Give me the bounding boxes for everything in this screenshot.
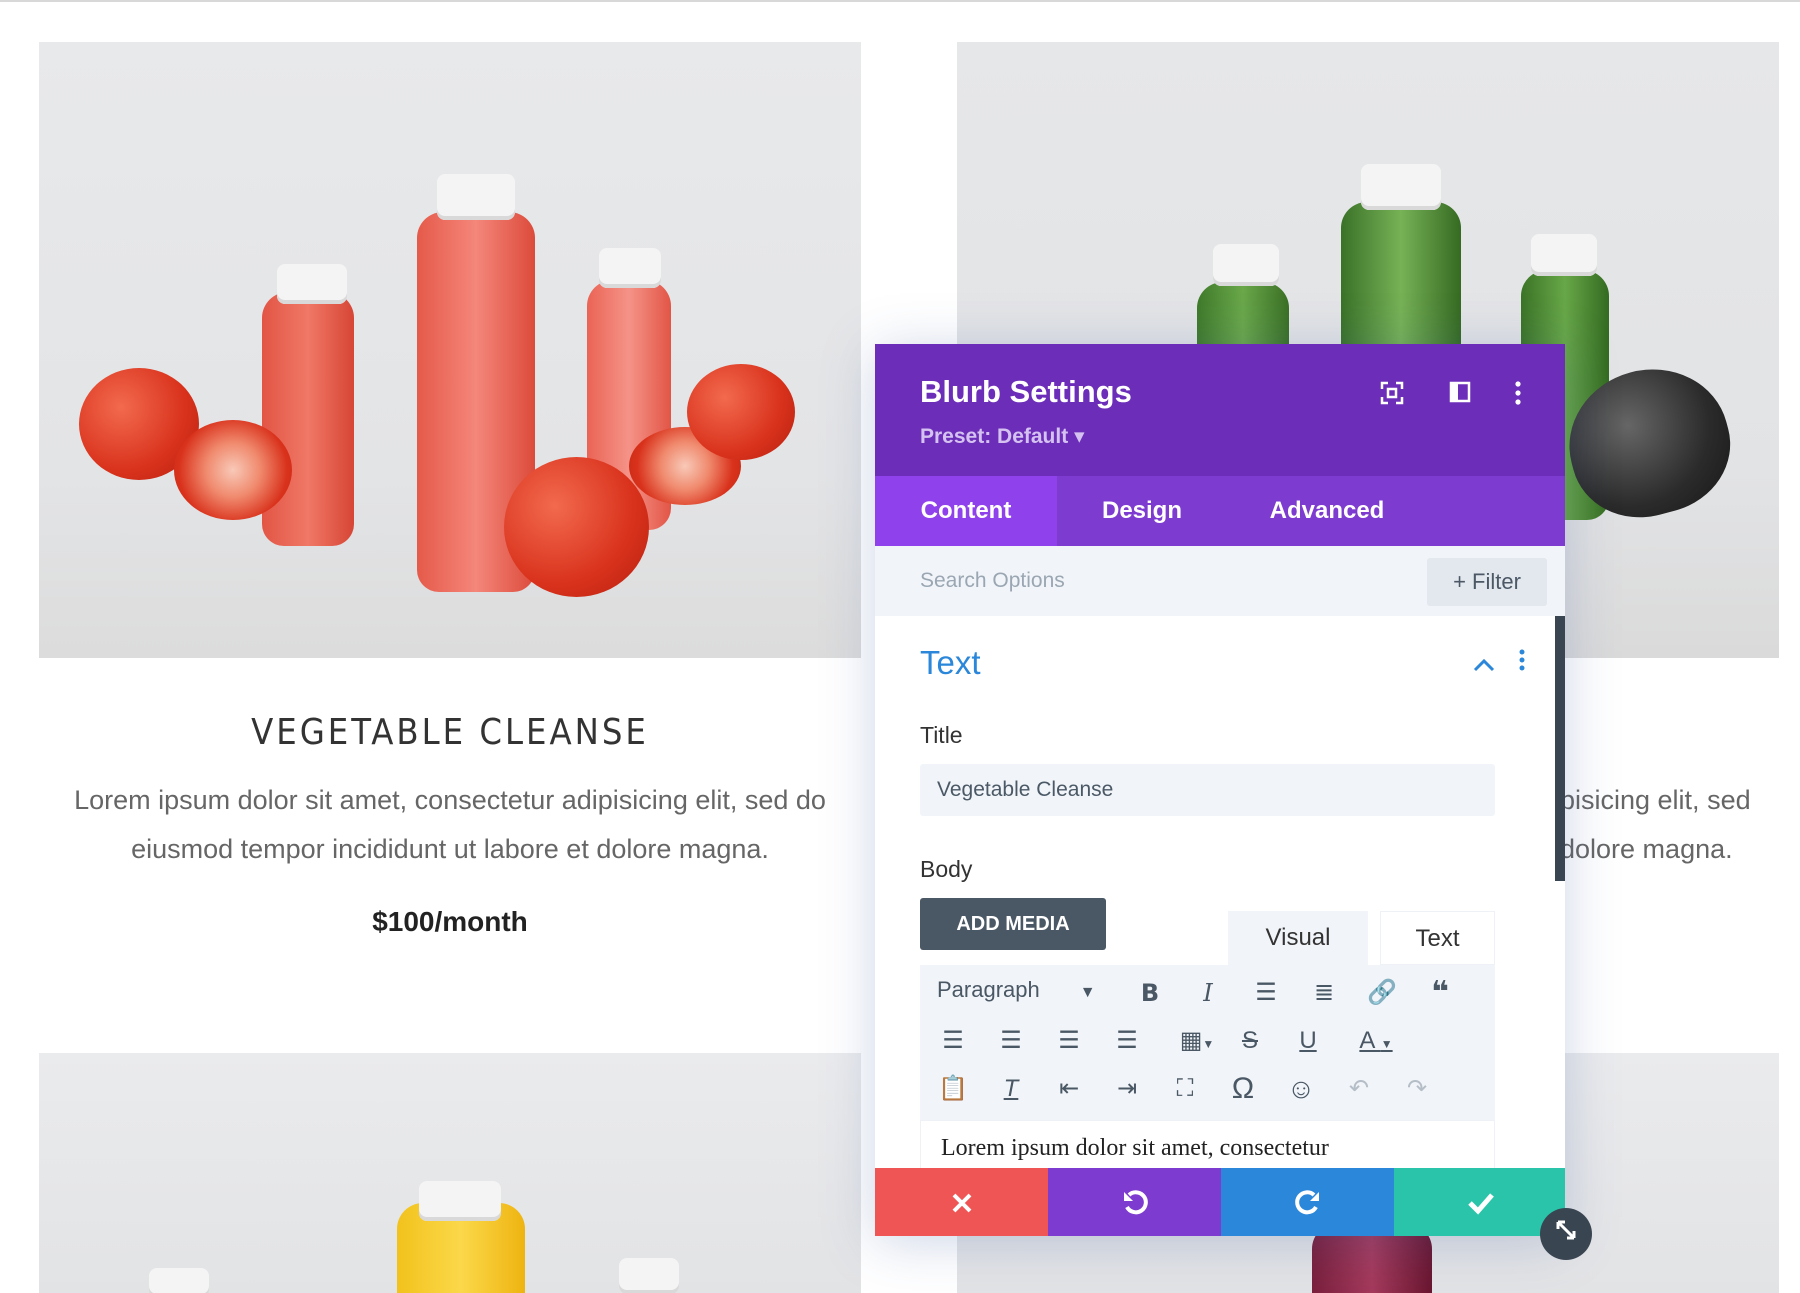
fullscreen-icon[interactable]: ⛶ [1167, 1071, 1203, 1107]
redo-button[interactable] [1221, 1168, 1394, 1236]
search-options-input[interactable] [920, 562, 1390, 600]
bottle-cap [419, 1181, 501, 1221]
underline-icon[interactable]: U [1290, 1023, 1326, 1059]
bottle-cap [1361, 164, 1441, 210]
editor-toolbar: Paragraph ▼ B I ☰ ≣ 🔗 ❝ ☰ ☰ ☰ ☰ ▦▼ S U A … [920, 965, 1495, 1120]
check-icon [1467, 1193, 1494, 1215]
numbered-list-icon[interactable]: ≣ [1306, 975, 1342, 1011]
italic-icon[interactable]: I [1190, 975, 1226, 1011]
resize-handle-icon[interactable] [1540, 1208, 1592, 1260]
undo-icon [1123, 1190, 1148, 1215]
undo-icon[interactable]: ↶ [1341, 1071, 1377, 1107]
split-view-icon[interactable] [1445, 380, 1475, 410]
tab-design[interactable]: Design [1057, 476, 1227, 546]
product-image-red-juice [39, 42, 861, 658]
more-vertical-icon[interactable] [1503, 380, 1533, 410]
search-bar: + Filter [875, 546, 1565, 616]
undo-button[interactable] [1048, 1168, 1221, 1236]
cancel-button[interactable] [875, 1168, 1048, 1236]
indent-icon[interactable]: ⇥ [1109, 1071, 1145, 1107]
blurb-settings-modal: Blurb Settings Preset: Default ▾ Content… [875, 344, 1565, 1236]
editor-content: Lorem ipsum dolor sit amet, consectetur [941, 1135, 1329, 1161]
tab-advanced[interactable]: Advanced [1227, 476, 1427, 546]
redo-icon [1294, 1190, 1319, 1215]
bottle-cap [437, 174, 515, 220]
scrollbar[interactable] [1555, 616, 1565, 881]
modal-header: Blurb Settings Preset: Default ▾ [875, 344, 1565, 476]
bottle-cap [1213, 244, 1279, 286]
preset-dropdown[interactable]: Preset: Default ▾ [920, 424, 1085, 449]
tomato-slice [174, 420, 292, 520]
section-more-icon[interactable] [1518, 648, 1526, 679]
card-description-line: bisicing elit, sed [1560, 785, 1751, 815]
tab-text[interactable]: Text [1380, 911, 1495, 965]
clear-format-icon[interactable]: T [993, 1071, 1029, 1107]
card-description: Lorem ipsum dolor sit amet, consectetur … [74, 785, 826, 864]
link-icon[interactable]: 🔗 [1364, 975, 1400, 1011]
bold-icon[interactable]: B [1132, 975, 1168, 1011]
table-icon[interactable]: ▦▼ [1172, 1023, 1222, 1059]
focus-icon[interactable] [1377, 380, 1407, 410]
format-select-value: Paragraph [937, 977, 1040, 1002]
special-char-icon[interactable]: Ω [1225, 1071, 1261, 1107]
tab-visual[interactable]: Visual [1228, 911, 1368, 965]
redo-icon[interactable]: ↷ [1399, 1071, 1435, 1107]
bottle-cap [277, 264, 347, 304]
align-right-icon[interactable]: ☰ [1051, 1023, 1087, 1059]
settings-tabs: Content Design Advanced [875, 476, 1565, 546]
add-media-button[interactable]: ADD MEDIA [920, 898, 1106, 950]
title-label: Title [920, 722, 963, 748]
strikethrough-icon[interactable]: S [1232, 1023, 1268, 1059]
bottle-cap [599, 248, 661, 288]
blockquote-icon[interactable]: ❝ [1422, 975, 1458, 1011]
bottle-cap [149, 1268, 209, 1293]
section-title[interactable]: Text [920, 644, 981, 682]
align-center-icon[interactable]: ☰ [993, 1023, 1029, 1059]
outdent-icon[interactable]: ⇤ [1051, 1071, 1087, 1107]
bottle-cap [1531, 234, 1597, 276]
bottle-cap [619, 1258, 679, 1293]
chevron-up-icon[interactable] [1473, 652, 1495, 678]
filter-button[interactable]: + Filter [1427, 558, 1547, 606]
text-color-icon[interactable]: A ▼ [1348, 1023, 1404, 1059]
modal-actions [875, 1168, 1565, 1236]
emoji-icon[interactable]: ☺ [1283, 1071, 1319, 1107]
close-icon [952, 1193, 971, 1213]
tomato [504, 457, 649, 597]
caret-down-icon: ▼ [1079, 984, 1096, 1001]
modal-title: Blurb Settings [920, 374, 1132, 409]
paste-icon[interactable]: 📋 [935, 1071, 971, 1107]
align-left-icon[interactable]: ☰ [935, 1023, 971, 1059]
body-label: Body [920, 856, 973, 882]
card-price: $100/month [372, 906, 528, 937]
title-input[interactable] [920, 764, 1495, 816]
card-title: VEGETABLE CLEANSE [251, 712, 649, 753]
juice-bottle [262, 292, 354, 546]
tab-content[interactable]: Content [875, 476, 1057, 546]
format-select[interactable]: Paragraph ▼ [937, 977, 1096, 1003]
tomato [687, 364, 795, 460]
top-border [0, 0, 1800, 2]
card-description-right: bisicing elit, sed dolore magna. [1560, 776, 1790, 874]
save-button[interactable] [1394, 1168, 1565, 1236]
card-description-line: dolore magna. [1560, 834, 1733, 864]
product-image-yellow-juice [39, 1053, 861, 1293]
justify-icon[interactable]: ☰ [1109, 1023, 1145, 1059]
bullet-list-icon[interactable]: ☰ [1248, 975, 1284, 1011]
